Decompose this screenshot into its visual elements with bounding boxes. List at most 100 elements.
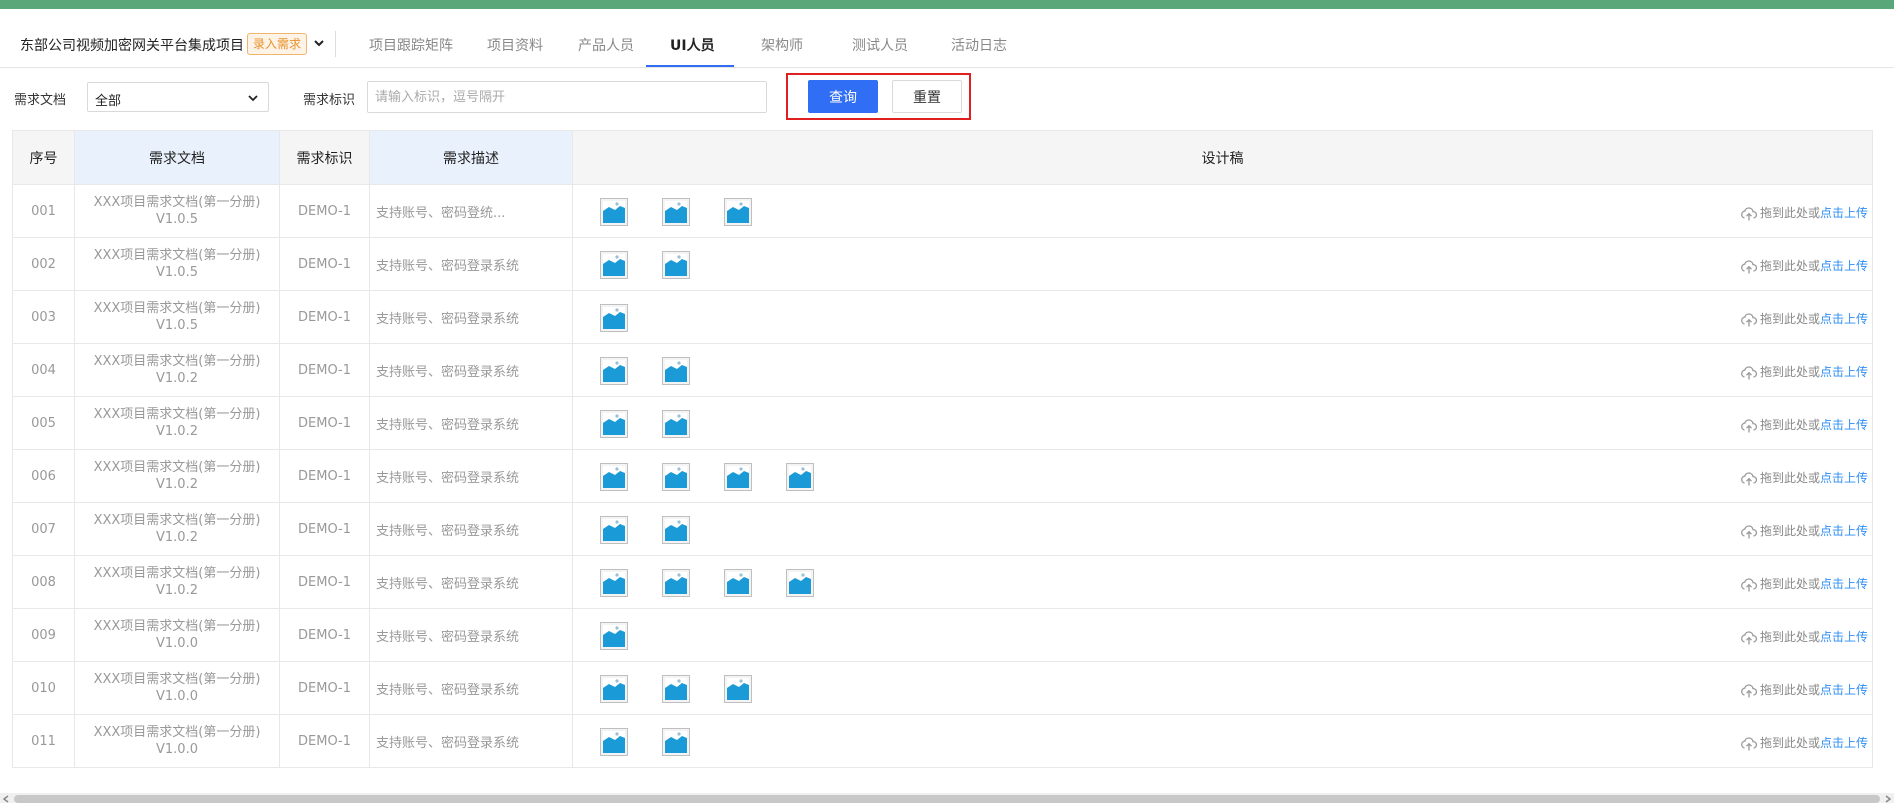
- doc-version: V1.0.2: [156, 583, 198, 598]
- upload-hint: 拖到此处或: [1759, 312, 1820, 326]
- image-thumbnail-icon[interactable]: [662, 410, 690, 438]
- upload-hint: 拖到此处或: [1759, 577, 1820, 591]
- image-thumbnail-icon[interactable]: [786, 463, 814, 491]
- image-thumbnail-icon[interactable]: [724, 198, 752, 226]
- upload-area[interactable]: 拖到此处或点击上传: [1740, 734, 1868, 752]
- upload-hint: 拖到此处或: [1759, 630, 1820, 644]
- upload-area[interactable]: 拖到此处或点击上传: [1740, 575, 1868, 593]
- header-divider: [335, 31, 336, 57]
- upload-link[interactable]: 点击上传: [1820, 365, 1868, 379]
- cell-id: DEMO-1: [279, 502, 370, 556]
- scroll-left-arrow-icon[interactable]: [2, 795, 10, 803]
- image-thumbnail-icon[interactable]: [662, 251, 690, 279]
- image-thumbnail-icon[interactable]: [662, 198, 690, 226]
- cloud-upload-icon: [1740, 365, 1760, 379]
- tab-product-staff[interactable]: 产品人员: [578, 35, 634, 55]
- upload-link[interactable]: 点击上传: [1820, 312, 1868, 326]
- upload-area[interactable]: 拖到此处或点击上传: [1740, 416, 1868, 434]
- design-thumbnails: [600, 569, 848, 597]
- image-thumbnail-icon[interactable]: [724, 675, 752, 703]
- image-thumbnail-icon[interactable]: [600, 463, 628, 491]
- cell-doc: XXX项目需求文档(第一分册) V1.0.2: [74, 555, 280, 609]
- image-thumbnail-icon[interactable]: [724, 463, 752, 491]
- image-thumbnail-icon[interactable]: [600, 569, 628, 597]
- cell-design: 拖到此处或点击上传: [572, 237, 1873, 291]
- tab-activity-log[interactable]: 活动日志: [951, 35, 1007, 55]
- design-thumbnails: [600, 251, 724, 279]
- image-thumbnail-icon[interactable]: [600, 357, 628, 385]
- scroll-right-arrow-icon[interactable]: [1884, 795, 1892, 803]
- doc-version: V1.0.0: [156, 742, 198, 757]
- image-thumbnail-icon[interactable]: [600, 410, 628, 438]
- reset-button[interactable]: 重置: [892, 80, 962, 113]
- image-thumbnail-icon[interactable]: [600, 304, 628, 332]
- doc-filter-label: 需求文档: [14, 93, 67, 108]
- cell-doc: XXX项目需求文档(第一分册) V1.0.2: [74, 396, 280, 450]
- cell-desc: 支持账号、密码登录系统: [369, 343, 573, 397]
- cell-desc: 支持账号、密码登录系统: [369, 608, 573, 662]
- image-thumbnail-icon[interactable]: [786, 569, 814, 597]
- design-thumbnails: [600, 357, 724, 385]
- tab-test-staff[interactable]: 测试人员: [852, 35, 908, 55]
- upload-link[interactable]: 点击上传: [1820, 418, 1868, 432]
- tab-architect[interactable]: 架构师: [761, 35, 803, 55]
- design-thumbnails: [600, 675, 786, 703]
- upload-link[interactable]: 点击上传: [1820, 736, 1868, 750]
- upload-link[interactable]: 点击上传: [1820, 259, 1868, 273]
- doc-name: XXX项目需求文档(第一分册): [93, 460, 261, 475]
- cloud-upload-icon: [1740, 683, 1760, 697]
- doc-version: V1.0.5: [156, 265, 198, 280]
- image-thumbnail-icon[interactable]: [600, 251, 628, 279]
- doc-version: V1.0.0: [156, 689, 198, 704]
- upload-link[interactable]: 点击上传: [1820, 577, 1868, 591]
- scrollbar-thumb[interactable]: [14, 795, 1880, 803]
- image-thumbnail-icon[interactable]: [600, 622, 628, 650]
- image-thumbnail-icon[interactable]: [662, 569, 690, 597]
- cell-desc: 支持账号、密码登录系统: [369, 714, 573, 768]
- image-thumbnail-icon[interactable]: [662, 357, 690, 385]
- id-filter-input[interactable]: [367, 81, 767, 113]
- upload-link[interactable]: 点击上传: [1820, 524, 1868, 538]
- cell-desc: 支持账号、密码登录系统: [369, 290, 573, 344]
- image-thumbnail-icon[interactable]: [662, 463, 690, 491]
- tab-project-materials[interactable]: 项目资料: [487, 35, 543, 55]
- upload-area[interactable]: 拖到此处或点击上传: [1740, 522, 1868, 540]
- upload-area[interactable]: 拖到此处或点击上传: [1740, 681, 1868, 699]
- cell-doc: XXX项目需求文档(第一分册) V1.0.5: [74, 290, 280, 344]
- image-thumbnail-icon[interactable]: [600, 675, 628, 703]
- image-thumbnail-icon[interactable]: [724, 569, 752, 597]
- upload-link[interactable]: 点击上传: [1820, 630, 1868, 644]
- doc-name: XXX项目需求文档(第一分册): [93, 195, 261, 210]
- upload-link[interactable]: 点击上传: [1820, 471, 1868, 485]
- upload-link[interactable]: 点击上传: [1820, 206, 1868, 220]
- image-thumbnail-icon[interactable]: [600, 198, 628, 226]
- image-thumbnail-icon[interactable]: [600, 516, 628, 544]
- upload-area[interactable]: 拖到此处或点击上传: [1740, 628, 1868, 646]
- cell-desc: 支持账号、密码登录系统: [369, 555, 573, 609]
- upload-area[interactable]: 拖到此处或点击上传: [1740, 310, 1868, 328]
- project-badge[interactable]: 录入需求: [247, 33, 308, 55]
- doc-version: V1.0.2: [156, 477, 198, 492]
- query-button[interactable]: 查询: [808, 80, 878, 113]
- upload-area[interactable]: 拖到此处或点击上传: [1740, 257, 1868, 275]
- tab-project-tracking-matrix[interactable]: 项目跟踪矩阵: [369, 35, 453, 55]
- image-thumbnail-icon[interactable]: [600, 728, 628, 756]
- doc-name: XXX项目需求文档(第一分册): [93, 354, 261, 369]
- cell-design: 拖到此处或点击上传: [572, 555, 1873, 609]
- design-thumbnails: [600, 304, 662, 332]
- upload-area[interactable]: 拖到此处或点击上传: [1740, 363, 1868, 381]
- upload-link[interactable]: 点击上传: [1820, 683, 1868, 697]
- upload-area[interactable]: 拖到此处或点击上传: [1740, 204, 1868, 222]
- doc-filter-select[interactable]: 全部: [87, 82, 269, 112]
- cell-desc: 支持账号、密码登录系统: [369, 502, 573, 556]
- chevron-down-icon[interactable]: [312, 36, 326, 50]
- upload-area[interactable]: 拖到此处或点击上传: [1740, 469, 1868, 487]
- tab-ui-staff[interactable]: UI人员: [670, 35, 715, 55]
- image-thumbnail-icon[interactable]: [662, 516, 690, 544]
- cell-id: DEMO-1: [279, 184, 370, 238]
- image-thumbnail-icon[interactable]: [662, 728, 690, 756]
- image-thumbnail-icon[interactable]: [662, 675, 690, 703]
- table-row: 004 XXX项目需求文档(第一分册) V1.0.2 DEMO-1 支持账号、密码登录系…: [12, 343, 1873, 397]
- table-header-row: 序号 需求文档 需求标识 需求描述 设计稿: [12, 130, 1873, 185]
- cell-id: DEMO-1: [279, 343, 370, 397]
